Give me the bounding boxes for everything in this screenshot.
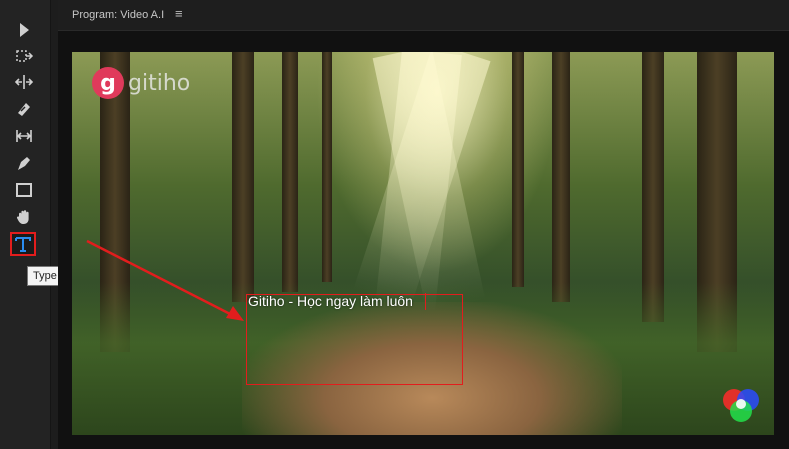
track-select-forward-icon — [16, 50, 34, 62]
ripple-edit-icon — [14, 75, 34, 89]
rectangle-icon — [16, 183, 32, 197]
type-t-icon — [15, 237, 31, 252]
gitiho-logo-mark: g — [92, 67, 124, 99]
slip-icon — [16, 130, 32, 142]
pen-tool-button[interactable] — [10, 151, 38, 175]
gitiho-logo-text: gitiho — [128, 70, 191, 96]
overlay-text[interactable]: Gitiho - Học ngay làm luôn — [248, 293, 413, 309]
panel-menu-icon[interactable]: ≡ — [175, 6, 183, 21]
tree-trunk — [322, 52, 332, 282]
slip-tool-button[interactable] — [10, 124, 38, 148]
color-orb-icon — [723, 389, 759, 422]
arrow-pointer-icon — [20, 23, 29, 37]
razor-tool-button[interactable] — [10, 97, 38, 121]
tools-panel — [0, 0, 51, 449]
razor-icon — [18, 103, 30, 116]
hand-icon — [16, 210, 29, 224]
ripple-edit-tool-button[interactable] — [10, 70, 38, 94]
text-insertion-cursor — [425, 293, 426, 310]
gitiho-logo: g gitiho — [92, 66, 190, 100]
tree-trunk — [512, 52, 524, 287]
program-monitor-header: Program: Video A.I ≡ — [58, 0, 789, 31]
tree-trunk — [232, 52, 254, 302]
tree-trunk — [282, 52, 298, 292]
hand-tool-button[interactable] — [10, 205, 38, 229]
tree-trunk — [552, 52, 570, 302]
selection-tool-button[interactable] — [10, 18, 38, 42]
rectangle-tool-button[interactable] — [10, 178, 38, 202]
track-select-tool-button[interactable] — [10, 44, 38, 68]
pen-icon — [18, 157, 30, 170]
type-tool-button[interactable] — [10, 232, 36, 256]
panel-title[interactable]: Program: Video A.I — [72, 9, 164, 21]
